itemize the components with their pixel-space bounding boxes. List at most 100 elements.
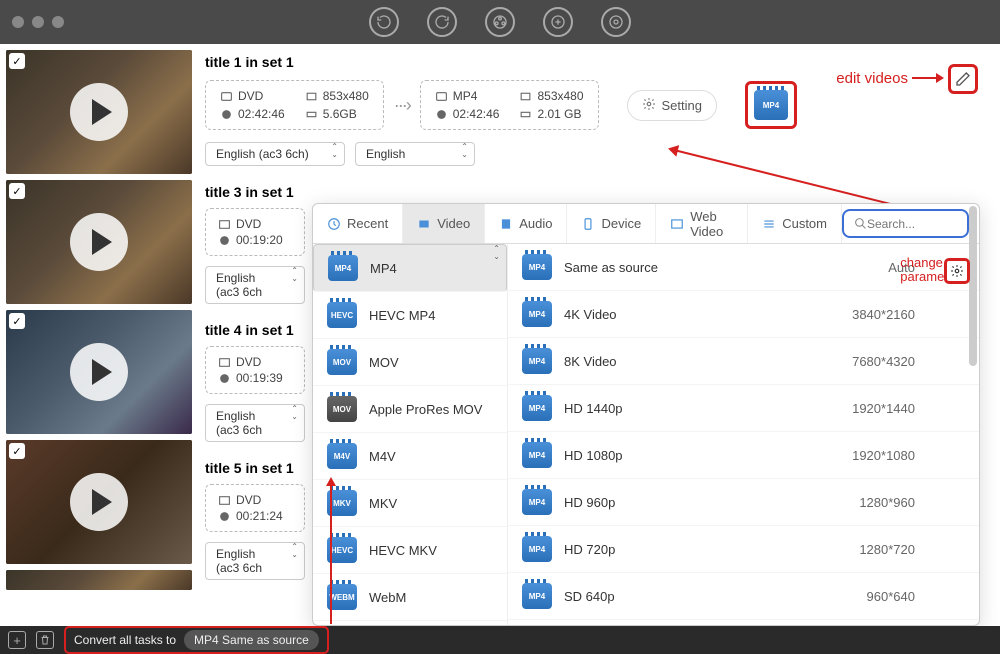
search-icon <box>854 217 867 230</box>
reel-star-icon[interactable] <box>601 7 631 37</box>
video-item[interactable]: ✓ <box>6 440 195 564</box>
setting-button[interactable]: Setting <box>627 90 717 121</box>
preset-row[interactable]: MP4HD 1440p1920*1440 <box>508 385 979 432</box>
disk-icon <box>519 108 532 121</box>
bottom-bar: + Convert all tasks to MP4 Same as sourc… <box>0 626 1000 654</box>
reel-icon[interactable] <box>485 7 515 37</box>
tab-audio[interactable]: Audio <box>485 204 567 243</box>
film-icon <box>220 90 233 103</box>
format-row[interactable]: AVIAVI <box>313 621 507 625</box>
scrollbar[interactable] <box>969 246 977 366</box>
popup-tabs: Recent Video Audio Device Web Video Cust… <box>313 204 979 244</box>
format-row[interactable]: M4VM4V <box>313 433 507 480</box>
format-row[interactable]: HEVCHEVC MKV <box>313 527 507 574</box>
mp4-icon: MP4 <box>522 442 552 468</box>
disk-icon <box>305 108 318 121</box>
reel-add-icon[interactable] <box>543 7 573 37</box>
subtitle-select[interactable]: English <box>355 142 475 166</box>
annotation-arrow <box>330 479 332 624</box>
audio-track-select[interactable]: English (ac3 6ch) <box>205 142 345 166</box>
source-size: 5.6GB <box>323 107 357 121</box>
format-row[interactable]: MKVMKV <box>313 480 507 527</box>
device-icon <box>581 217 595 231</box>
format-badge[interactable]: MP4 <box>745 81 797 129</box>
video-item[interactable]: ✓ <box>6 310 195 434</box>
gear-icon <box>642 97 656 114</box>
clock-icon <box>220 108 233 121</box>
annotation-arrow <box>912 77 942 79</box>
resolution-icon <box>305 90 318 103</box>
audio-track-select[interactable]: English (ac3 6ch <box>205 542 305 580</box>
convert-label: Convert all tasks to <box>74 633 176 647</box>
clock-icon <box>435 108 448 121</box>
mp4-icon: MP4 <box>522 489 552 515</box>
target-size: 2.01 GB <box>537 107 581 121</box>
preset-row[interactable]: MP4HD 960p1280*960 <box>508 479 979 526</box>
preset-row[interactable]: MP48K Video7680*4320 <box>508 338 979 385</box>
recent-icon <box>327 217 341 231</box>
tab-device[interactable]: Device <box>567 204 656 243</box>
parameters-button[interactable] <box>944 258 970 284</box>
target-format: MP4 <box>453 89 478 103</box>
tab-webvideo[interactable]: Web Video <box>656 204 748 243</box>
source-info-box: DVD 853x480 02:42:46 5.6GB <box>205 80 384 130</box>
preset-list: MP4Same as sourceAuto MP44K Video3840*21… <box>508 244 979 625</box>
zoom-window-icon[interactable] <box>52 16 64 28</box>
prores-icon: MOV <box>327 396 357 422</box>
video-item[interactable]: ✓ <box>6 180 195 304</box>
list-icon <box>762 217 776 231</box>
mp4-icon: MP4 <box>522 583 552 609</box>
mp4-icon: MP4 <box>522 536 552 562</box>
play-icon[interactable] <box>70 343 128 401</box>
window-controls <box>12 16 64 28</box>
mp4-icon: MP4 <box>522 301 552 327</box>
video-title: title 1 in set 1 <box>205 54 986 70</box>
add-button[interactable]: + <box>8 631 26 649</box>
format-row[interactable]: MP4MP4 <box>313 244 507 292</box>
tab-custom[interactable]: Custom <box>748 204 842 243</box>
format-row[interactable]: MOVMOV <box>313 339 507 386</box>
checkbox-icon[interactable]: ✓ <box>9 53 25 69</box>
play-icon[interactable] <box>70 83 128 141</box>
tab-video[interactable]: Video <box>403 204 485 243</box>
tab-recent[interactable]: Recent <box>313 204 403 243</box>
target-info-box: MP4 853x480 02:42:46 2.01 GB <box>420 80 599 130</box>
preset-row[interactable]: MP44K Video3840*2160 <box>508 291 979 338</box>
video-item[interactable]: ✓ <box>6 50 195 174</box>
mp4-icon: MP4 <box>522 395 552 421</box>
video-list: ✓ ✓ ✓ ✓ <box>0 44 195 626</box>
format-row[interactable]: WEBMWebM <box>313 574 507 621</box>
audio-track-select[interactable]: English (ac3 6ch <box>205 404 305 442</box>
checkbox-icon[interactable]: ✓ <box>9 313 25 329</box>
target-duration: 02:42:46 <box>453 107 500 121</box>
play-icon[interactable] <box>70 213 128 271</box>
film-icon <box>435 90 448 103</box>
minimize-window-icon[interactable] <box>32 16 44 28</box>
video-item[interactable] <box>6 570 195 590</box>
sync-icon[interactable] <box>427 7 457 37</box>
setting-label: Setting <box>662 98 702 113</box>
close-window-icon[interactable] <box>12 16 24 28</box>
convert-target: MP4 Same as source <box>184 630 319 650</box>
play-icon[interactable] <box>70 473 128 531</box>
convert-all-box[interactable]: Convert all tasks to MP4 Same as source <box>64 626 329 654</box>
resolution-icon <box>519 90 532 103</box>
audio-track-select[interactable]: English (ac3 6ch <box>205 266 305 304</box>
search-input[interactable] <box>842 209 969 238</box>
annotation-edit-label: edit videos <box>836 70 908 87</box>
format-row[interactable]: MOVApple ProRes MOV <box>313 386 507 433</box>
mp4-icon: MP4 <box>754 90 788 120</box>
checkbox-icon[interactable]: ✓ <box>9 183 25 199</box>
refresh-icon[interactable] <box>369 7 399 37</box>
checkbox-icon[interactable]: ✓ <box>9 443 25 459</box>
format-row[interactable]: HEVCHEVC MP4 <box>313 292 507 339</box>
source-resolution: 853x480 <box>323 89 369 103</box>
preset-row[interactable]: MP4HD 1080p1920*1080 <box>508 432 979 479</box>
preset-row[interactable]: MP4SD 640p960*640 <box>508 573 979 620</box>
web-icon <box>670 217 684 231</box>
edit-button[interactable] <box>948 64 978 94</box>
delete-button[interactable] <box>36 631 54 649</box>
preset-row[interactable]: MP4HD 720p1280*720 <box>508 526 979 573</box>
format-popup: Recent Video Audio Device Web Video Cust… <box>312 203 980 626</box>
audio-icon <box>499 217 513 231</box>
